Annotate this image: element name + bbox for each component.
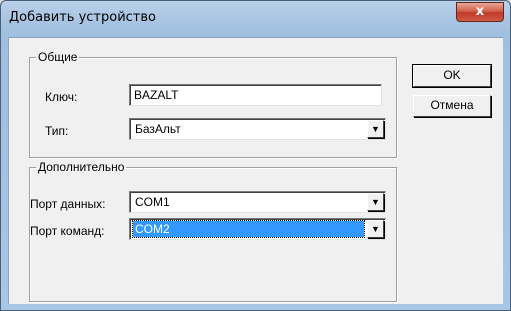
command-port-select[interactable]: COM2 ▼ [129, 218, 386, 240]
data-port-select-value: COM1 [135, 195, 170, 209]
dialog-body: Общие Ключ: BAZALT Тип: БазАльт ▼ Дополн… [8, 37, 503, 304]
type-select-value: БазАльт [135, 122, 181, 136]
key-label: Ключ: [45, 90, 78, 104]
chevron-down-icon[interactable]: ▼ [367, 193, 384, 211]
window-title: Добавить устройство [9, 10, 156, 25]
ok-button[interactable]: OK [412, 64, 492, 88]
command-port-label: Порт команд: [30, 224, 105, 238]
close-icon: x [475, 4, 485, 19]
data-port-label: Порт данных: [30, 197, 106, 211]
data-port-select[interactable]: COM1 ▼ [129, 191, 386, 213]
command-port-select-value: COM2 [132, 220, 365, 238]
title-bar[interactable]: Добавить устройство x [1, 1, 510, 37]
type-select[interactable]: БазАльт ▼ [129, 118, 386, 140]
type-label: Тип: [45, 124, 69, 138]
cancel-button[interactable]: Отмена [413, 95, 491, 117]
key-input[interactable]: BAZALT [129, 84, 382, 106]
close-button[interactable]: x [456, 2, 504, 22]
general-group-legend: Общие [38, 50, 78, 64]
dialog-window: Добавить устройство x Общие Ключ: BAZALT… [0, 0, 511, 311]
chevron-down-icon[interactable]: ▼ [367, 120, 384, 138]
additional-group-legend: Дополнительно [38, 160, 125, 174]
chevron-down-icon[interactable]: ▼ [367, 220, 384, 238]
